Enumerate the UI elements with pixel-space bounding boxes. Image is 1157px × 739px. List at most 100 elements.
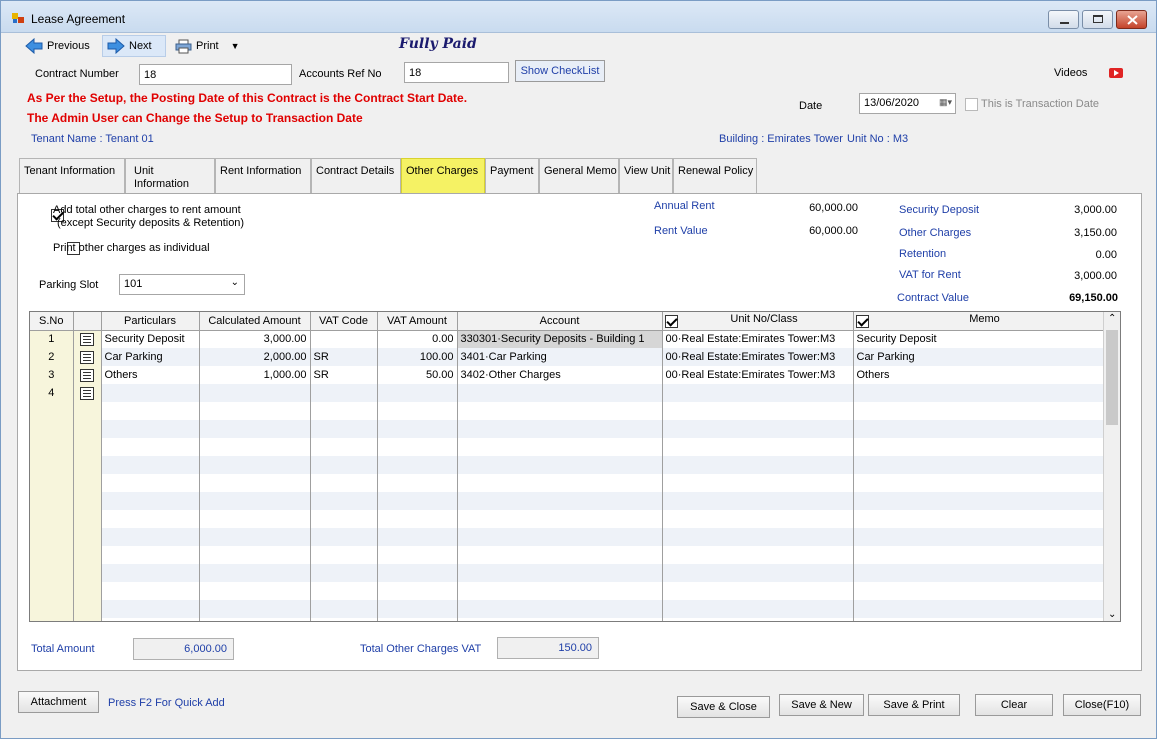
empty-row[interactable]	[30, 528, 1104, 546]
save-print-button[interactable]: Save & Print	[868, 694, 960, 716]
tab-contract-details[interactable]: Contract Details	[311, 158, 401, 193]
accounts-ref-input[interactable]	[404, 62, 509, 83]
previous-button[interactable]: Previous	[21, 35, 94, 57]
row-vat-code[interactable]: SR	[310, 366, 378, 384]
col-account[interactable]: Account	[457, 312, 663, 331]
row-account[interactable]	[457, 384, 663, 402]
close-button[interactable]: Close(F10)	[1063, 694, 1141, 716]
edit-row-icon[interactable]	[80, 350, 94, 364]
row-memo[interactable]: Others	[853, 366, 1104, 384]
row-unit-class[interactable]: 00·Real Estate:Emirates Tower:M3	[662, 366, 854, 384]
empty-row[interactable]	[30, 438, 1104, 456]
unit-number: Unit No : M3	[847, 133, 909, 145]
transaction-date-checkbox[interactable]	[965, 98, 978, 111]
next-button[interactable]: Next	[102, 35, 166, 57]
tab-payment[interactable]: Payment	[485, 158, 539, 193]
tab-tenant-information[interactable]: Tenant Information	[19, 158, 125, 193]
row-particulars[interactable]	[101, 384, 200, 402]
vat-for-rent-label: VAT for Rent	[899, 269, 961, 281]
empty-row[interactable]	[30, 618, 1104, 621]
row-calculated-amount[interactable]: 2,000.00	[199, 348, 311, 366]
col-memo[interactable]: Memo	[853, 312, 1104, 331]
row-vat-code[interactable]	[310, 384, 378, 402]
row-vat-amount[interactable]: 50.00	[377, 366, 458, 384]
row-calculated-amount[interactable]	[199, 384, 311, 402]
retention-value: 0.00	[1095, 249, 1117, 261]
empty-row[interactable]	[30, 492, 1104, 510]
empty-row[interactable]	[30, 564, 1104, 582]
empty-row[interactable]	[30, 600, 1104, 618]
scroll-down-icon[interactable]: ⌄	[1108, 609, 1116, 620]
row-memo[interactable]: Car Parking	[853, 348, 1104, 366]
row-particulars[interactable]: Security Deposit	[101, 330, 200, 348]
row-vat-amount[interactable]: 0.00	[377, 330, 458, 348]
grid-vertical-scrollbar[interactable]: ⌃ ⌄	[1103, 312, 1120, 621]
col-particulars[interactable]: Particulars	[101, 312, 200, 331]
memo-column-checkbox[interactable]	[855, 315, 869, 329]
clear-button[interactable]: Clear	[975, 694, 1053, 716]
row-calculated-amount[interactable]: 1,000.00	[199, 366, 311, 384]
row-unit-class[interactable]: 00·Real Estate:Emirates Tower:M3	[662, 330, 854, 348]
row-memo[interactable]: Security Deposit	[853, 330, 1104, 348]
col-calculated-amount[interactable]: Calculated Amount	[199, 312, 311, 331]
row-account[interactable]: 3401·Car Parking	[457, 348, 663, 366]
print-button[interactable]: Print ▼	[171, 35, 244, 57]
table-row[interactable]: 4	[30, 384, 1104, 402]
row-unit-class[interactable]	[662, 384, 854, 402]
tab-rent-information[interactable]: Rent Information	[215, 158, 311, 193]
date-picker[interactable]: 13/06/2020 ▦▾	[859, 93, 956, 114]
col-vat-amount[interactable]: VAT Amount	[377, 312, 458, 331]
video-play-icon[interactable]	[1109, 68, 1123, 78]
attachment-button[interactable]: Attachment	[18, 691, 99, 713]
row-vat-amount[interactable]	[377, 384, 458, 402]
row-unit-class[interactable]: 00·Real Estate:Emirates Tower:M3	[662, 348, 854, 366]
row-sno: 3	[30, 366, 74, 384]
row-calculated-amount[interactable]: 3,000.00	[199, 330, 311, 348]
maximize-button[interactable]	[1082, 10, 1113, 29]
empty-row[interactable]	[30, 474, 1104, 492]
empty-row[interactable]	[30, 402, 1104, 420]
show-checklist-button[interactable]: Show CheckList	[515, 60, 605, 82]
scroll-up-icon[interactable]: ⌃	[1108, 313, 1116, 324]
row-particulars[interactable]: Car Parking	[101, 348, 200, 366]
total-amount-value: 6,000.00	[133, 638, 234, 660]
empty-row[interactable]	[30, 510, 1104, 528]
tab-other-charges[interactable]: Other Charges	[401, 158, 485, 193]
tab-general-memo[interactable]: General Memo	[539, 158, 619, 193]
row-memo[interactable]	[853, 384, 1104, 402]
empty-row[interactable]	[30, 582, 1104, 600]
table-row[interactable]: 3 Others 1,000.00 SR 50.00 3402·Other Ch…	[30, 366, 1104, 384]
table-row[interactable]: 2 Car Parking 2,000.00 SR 100.00 3401·Ca…	[30, 348, 1104, 366]
edit-row-icon[interactable]	[80, 386, 94, 400]
empty-row[interactable]	[30, 456, 1104, 474]
edit-row-icon[interactable]	[80, 332, 94, 346]
row-account[interactable]: 3402·Other Charges	[457, 366, 663, 384]
row-particulars[interactable]: Others	[101, 366, 200, 384]
save-new-button[interactable]: Save & New	[779, 694, 864, 716]
close-window-button[interactable]	[1116, 10, 1147, 29]
tab-view-unit[interactable]: View Unit	[619, 158, 673, 193]
parking-slot-select[interactable]: 101 ⌄	[119, 274, 245, 295]
edit-row-icon[interactable]	[80, 368, 94, 382]
save-close-button[interactable]: Save & Close	[677, 696, 770, 718]
empty-row[interactable]	[30, 546, 1104, 564]
contract-number-label: Contract Number	[35, 68, 119, 80]
row-account[interactable]: 330301·Security Deposits - Building 1	[457, 330, 663, 348]
row-vat-code[interactable]: SR	[310, 348, 378, 366]
calendar-icon[interactable]: ▦▾	[939, 97, 952, 108]
contract-number-input[interactable]	[139, 64, 292, 85]
unit-class-column-checkbox[interactable]	[664, 315, 678, 329]
row-vat-amount[interactable]: 100.00	[377, 348, 458, 366]
parking-slot-label: Parking Slot	[39, 279, 99, 291]
scroll-thumb[interactable]	[1106, 330, 1118, 425]
window-title: Lease Agreement	[31, 12, 126, 26]
col-sno[interactable]: S.No	[30, 312, 74, 331]
minimize-button[interactable]	[1048, 10, 1079, 29]
empty-row[interactable]	[30, 420, 1104, 438]
col-unit-class[interactable]: Unit No/Class	[662, 312, 854, 331]
row-vat-code[interactable]	[310, 330, 378, 348]
col-vat-code[interactable]: VAT Code	[310, 312, 378, 331]
table-row[interactable]: 1 Security Deposit 3,000.00 0.00 330301·…	[30, 330, 1104, 348]
tab-renewal-policy[interactable]: Renewal Policy	[673, 158, 757, 193]
tab-unit-information[interactable]: Unit Information	[125, 158, 215, 193]
